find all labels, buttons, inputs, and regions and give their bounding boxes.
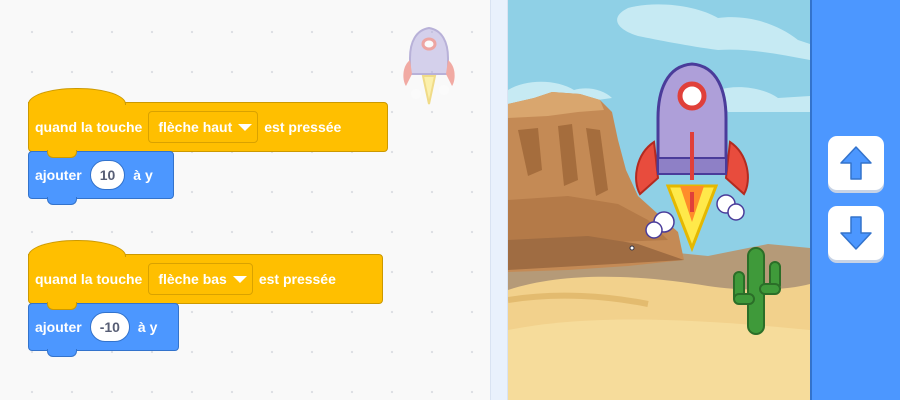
script-move-up[interactable]: quand la touche flèche haut est pressée … <box>28 88 388 205</box>
when-key-pressed-block[interactable]: quand la touche flèche bas est pressée <box>28 240 383 310</box>
code-workspace[interactable]: quand la touche flèche haut est pressée … <box>0 0 490 400</box>
key-dropdown[interactable]: flèche haut <box>148 111 259 143</box>
chevron-down-icon <box>227 269 247 289</box>
panel-splitter[interactable] <box>490 0 508 400</box>
change-y-verb: ajouter <box>35 167 82 183</box>
chevron-down-icon <box>232 117 253 137</box>
change-y-value-input[interactable]: 10 <box>89 160 126 190</box>
key-dropdown-value: flèche haut <box>158 119 233 135</box>
arrow-down-icon <box>840 216 872 250</box>
hat-prefix-label: quand la touche <box>35 271 143 287</box>
script-move-down[interactable]: quand la touche flèche bas est pressée a… <box>28 240 383 357</box>
change-y-suffix: à y <box>137 319 158 335</box>
arrow-up-icon <box>840 146 872 180</box>
up-arrow-button[interactable] <box>828 136 884 190</box>
hat-suffix-label: est pressée <box>258 271 336 287</box>
change-y-block[interactable]: ajouter -10 à y <box>28 303 179 357</box>
stage[interactable] <box>508 0 810 400</box>
change-y-suffix: à y <box>133 167 153 183</box>
hat-prefix-label: quand la touche <box>35 119 143 135</box>
change-y-value-input[interactable]: -10 <box>89 312 130 342</box>
when-key-pressed-block[interactable]: quand la touche flèche haut est pressée <box>28 88 388 158</box>
key-dropdown-value: flèche bas <box>158 271 227 287</box>
arrow-key-panel <box>810 0 900 400</box>
change-y-verb: ajouter <box>35 319 82 335</box>
hat-suffix-label: est pressée <box>264 119 342 135</box>
sprite-thumbnail-icon <box>403 26 455 105</box>
down-arrow-button[interactable] <box>828 206 884 260</box>
stage-canvas <box>508 0 810 400</box>
change-y-block[interactable]: ajouter 10 à y <box>28 151 174 205</box>
key-dropdown[interactable]: flèche bas <box>148 263 253 295</box>
